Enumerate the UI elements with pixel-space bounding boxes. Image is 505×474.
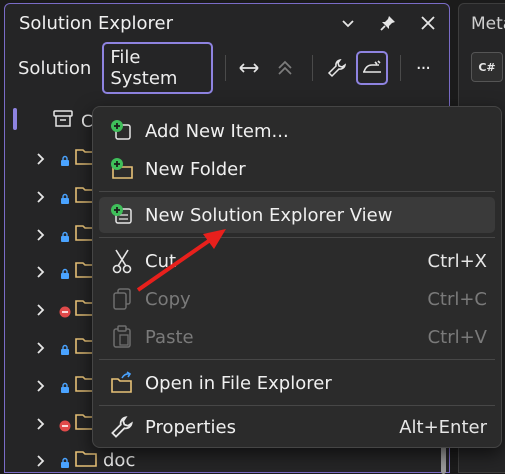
lock-icon (59, 152, 71, 166)
chevron-down-icon[interactable] (337, 12, 359, 34)
add-new-item-icon (109, 118, 135, 144)
chevron-right-icon[interactable] (33, 302, 47, 316)
menu-label: Properties (145, 416, 236, 438)
lock-icon (59, 190, 71, 204)
chevron-right-icon[interactable] (33, 189, 47, 203)
menu-label: Add New Item... (145, 120, 289, 142)
csharp-file-label: C# (478, 60, 496, 74)
menu-item-new-folder[interactable]: New Folder (99, 151, 495, 187)
excluded-icon (59, 417, 71, 432)
new-folder-icon (109, 156, 135, 182)
lock-icon (59, 265, 71, 280)
menu-label: Paste (145, 326, 194, 348)
menu-separator (99, 405, 495, 406)
menu-item-new-solution-explorer-view[interactable]: New Solution Explorer View (99, 197, 495, 233)
lock-icon (59, 454, 71, 469)
lock-icon (59, 379, 71, 393)
chevron-right-icon[interactable] (33, 151, 47, 165)
paste-icon (109, 324, 135, 350)
close-icon[interactable] (417, 12, 439, 34)
title-bar-icons (337, 12, 439, 34)
chevron-right-icon[interactable] (33, 378, 47, 392)
collapse-all-icon[interactable] (269, 51, 300, 85)
menu-item-paste: Paste Ctrl+V (99, 319, 495, 355)
panel-title: Solution Explorer (19, 13, 173, 34)
menu-label: Copy (145, 288, 191, 310)
menu-item-cut[interactable]: Cut Ctrl+X (99, 243, 495, 279)
chevron-right-icon[interactable] (33, 227, 47, 241)
more-options-button[interactable]: ··· (409, 54, 437, 83)
wrench-icon (109, 414, 135, 440)
csharp-file-icon[interactable]: C# (471, 52, 503, 82)
menu-label: Open in File Explorer (145, 372, 332, 394)
scissors-icon (109, 248, 135, 274)
menu-item-add-new-item[interactable]: Add New Item... (99, 113, 495, 149)
tree-row[interactable]: doc (33, 448, 135, 472)
archive-icon (53, 110, 73, 133)
menu-separator (99, 359, 495, 360)
selection-indicator (13, 108, 17, 130)
chevron-right-icon[interactable] (33, 340, 47, 354)
tree-row-label: doc (103, 449, 136, 471)
toolbar-divider (224, 55, 226, 81)
explorer-toolbar: Solution File System ··· (11, 42, 441, 94)
sync-arrows-icon[interactable] (234, 51, 265, 85)
menu-shortcut: Ctrl+V (427, 326, 487, 348)
lock-icon (59, 228, 71, 242)
menu-label: New Solution Explorer View (145, 204, 393, 226)
context-menu: Add New Item... New Folder New Solution … (92, 106, 502, 448)
folder-icon (75, 449, 97, 471)
wrench-icon[interactable] (321, 51, 352, 85)
new-view-icon (109, 202, 135, 228)
chevron-right-icon[interactable] (33, 264, 47, 279)
excluded-icon (59, 303, 71, 318)
preview-selected-icon[interactable] (356, 51, 388, 85)
menu-separator (99, 191, 495, 192)
chevron-right-icon[interactable] (33, 453, 47, 468)
tab-file-system[interactable]: File System (102, 42, 213, 94)
menu-item-open-in-file-explorer[interactable]: Open in File Explorer (99, 365, 495, 401)
menu-item-properties[interactable]: Properties Alt+Enter (99, 409, 495, 445)
copy-icon (109, 286, 135, 312)
open-folder-icon (109, 370, 135, 396)
menu-separator (99, 237, 495, 238)
right-panel-title[interactable]: Meta (471, 14, 505, 34)
pin-icon[interactable] (377, 12, 399, 34)
menu-shortcut: Ctrl+X (427, 250, 487, 272)
menu-label: New Folder (145, 158, 246, 180)
tab-solution[interactable]: Solution (11, 54, 98, 83)
toolbar-divider (399, 55, 401, 81)
lock-icon (59, 341, 71, 355)
chevron-right-icon[interactable] (33, 416, 47, 430)
menu-shortcut: Ctrl+C (427, 288, 487, 310)
menu-label: Cut (145, 250, 177, 272)
menu-shortcut: Alt+Enter (399, 416, 487, 438)
toolbar-divider (312, 55, 314, 81)
tree-root-row[interactable]: C (53, 110, 93, 133)
menu-item-copy: Copy Ctrl+C (99, 281, 495, 317)
